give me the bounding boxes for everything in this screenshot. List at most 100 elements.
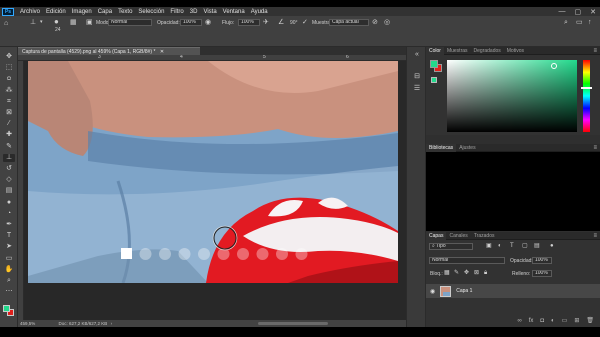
filter-pixel-icon[interactable]: ▣	[486, 243, 492, 250]
gradient-tool-icon[interactable]: ▤	[3, 187, 15, 195]
info-arrow-icon[interactable]: ›	[111, 321, 113, 326]
clone-stamp-preset-icon[interactable]: ⊥	[30, 19, 36, 26]
chevron-down-icon[interactable]: ▾	[40, 19, 43, 26]
document-image[interactable]	[28, 61, 398, 283]
menu-imagen[interactable]: Imagen	[69, 9, 95, 15]
eyedropper-tool-icon[interactable]: ⁄	[3, 120, 15, 128]
fx-icon[interactable]: fx	[529, 317, 534, 325]
panel-menu-icon[interactable]: ≡	[593, 233, 597, 239]
flow-field[interactable]: 100%	[238, 19, 260, 26]
link-icon[interactable]: ∞	[517, 317, 521, 325]
layer-name[interactable]: Capa 1	[456, 288, 472, 294]
blur-tool-icon[interactable]: ●	[3, 199, 15, 207]
aligned-icon[interactable]: ✓	[302, 19, 308, 26]
tab-capas[interactable]: Capas	[426, 231, 447, 240]
zoom-tool-icon[interactable]: ⌕	[3, 277, 15, 285]
tab-degradados[interactable]: Degradados	[471, 47, 504, 55]
brush-preset-icon[interactable]: ●	[54, 18, 59, 26]
eraser-tool-icon[interactable]: ◇	[3, 176, 15, 184]
home-icon[interactable]: ⌂	[4, 20, 8, 27]
menu-3d[interactable]: 3D	[187, 9, 201, 15]
properties-panel-icon[interactable]: ☰	[412, 85, 422, 93]
panel-menu-icon[interactable]: ≡	[593, 48, 597, 54]
brush-tool-icon[interactable]: ✎	[3, 143, 15, 151]
brush-settings-icon[interactable]: ▦	[70, 19, 77, 26]
layer-row[interactable]: ◉ Capa 1	[426, 284, 600, 298]
more-tools-icon[interactable]: ⋯	[3, 288, 15, 296]
menu-texto[interactable]: Texto	[115, 9, 135, 15]
filter-shape-icon[interactable]: ▢	[522, 243, 528, 250]
pen-tool-icon[interactable]: ✒	[3, 221, 15, 229]
tab-trazados[interactable]: Trazados	[471, 232, 498, 240]
menu-capa[interactable]: Capa	[95, 9, 115, 15]
history-brush-tool-icon[interactable]: ↺	[3, 165, 15, 173]
hue-slider-handle[interactable]	[581, 87, 592, 89]
tab-color[interactable]: Color	[426, 46, 444, 55]
zoom-level[interactable]: 459,5%	[20, 321, 35, 326]
lock-all-icon[interactable]: 🔒︎	[484, 270, 487, 277]
filter-smart-object-icon[interactable]: ▤	[534, 243, 540, 250]
hand-tool-icon[interactable]: ✋	[3, 266, 15, 274]
pressure-size-icon[interactable]: ◎	[384, 19, 390, 26]
path-select-tool-icon[interactable]: ➤	[3, 243, 15, 251]
tab-muestras[interactable]: Muestras	[444, 47, 471, 55]
menu-filtro[interactable]: Filtro	[167, 9, 186, 15]
horizontal-scrollbar[interactable]	[258, 322, 328, 325]
document-tab[interactable]: Captura de pantalla (4529).png al 459% (…	[18, 47, 200, 55]
ignore-adjustment-icon[interactable]: ⊘	[372, 19, 378, 26]
filter-adjustment-icon[interactable]: ◐	[498, 243, 502, 250]
lock-pixels-icon[interactable]: ✎	[454, 270, 459, 277]
tab-motivos[interactable]: Motivos	[504, 47, 527, 55]
trash-icon[interactable]: 🗑︎	[586, 317, 594, 325]
marquee-tool-icon[interactable]: ⬚	[3, 64, 15, 72]
sample-select[interactable]: Capa actual	[329, 19, 369, 26]
workspace-icon[interactable]: ▭	[576, 19, 583, 26]
crop-tool-icon[interactable]: ⌗	[3, 98, 15, 106]
menu-vista[interactable]: Vista	[200, 9, 219, 15]
lasso-tool-icon[interactable]: ᴑ	[3, 75, 15, 83]
close-window-button[interactable]: ✕	[590, 8, 596, 16]
foreground-color-swatch[interactable]	[3, 305, 10, 312]
menu-ventana[interactable]: Ventana	[220, 9, 248, 15]
frame-tool-icon[interactable]: ⊠	[3, 109, 15, 117]
layer-filter-select[interactable]: ⌕ Tipo	[429, 243, 473, 250]
canvas-area[interactable]	[24, 61, 406, 320]
mode-select[interactable]: Normal	[108, 19, 152, 26]
foreground-swatch[interactable]	[430, 60, 438, 68]
type-tool-icon[interactable]: T	[3, 232, 15, 240]
tab-bibliotecas[interactable]: Bibliotecas	[426, 143, 457, 152]
clone-source-icon[interactable]: ▣	[86, 19, 93, 26]
filter-type-icon[interactable]: T	[510, 243, 514, 250]
lock-transparency-icon[interactable]: ▦	[444, 270, 450, 277]
document-info[interactable]: Doc: 627,2 KB/627,2 KB	[59, 321, 108, 326]
move-tool-icon[interactable]: ✥	[3, 53, 15, 61]
minimize-button[interactable]: —	[559, 8, 566, 15]
share-icon[interactable]: ↑	[588, 19, 592, 26]
menu-seleccion[interactable]: Selección	[135, 9, 167, 15]
lock-artboard-icon[interactable]: ⊠	[474, 270, 479, 277]
blend-mode-select[interactable]: Normal	[429, 257, 505, 264]
mask-icon[interactable]: ◘	[540, 317, 544, 325]
pressure-opacity-icon[interactable]: ◉	[205, 19, 211, 26]
angle-value[interactable]: 90°	[290, 20, 298, 26]
tab-ajustes[interactable]: Ajustes	[456, 144, 478, 152]
quick-select-tool-icon[interactable]: ⁂	[3, 87, 15, 95]
layer-opacity-field[interactable]: 100%	[532, 257, 552, 264]
collapse-panels-icon[interactable]: «	[412, 51, 422, 59]
hue-slider[interactable]	[581, 60, 592, 132]
healing-brush-tool-icon[interactable]: ✚	[3, 131, 15, 139]
clone-stamp-tool-icon[interactable]: ⊥	[3, 153, 15, 162]
menu-ayuda[interactable]: Ayuda	[248, 9, 271, 15]
menu-edicion[interactable]: Edición	[43, 9, 69, 15]
new-layer-icon[interactable]: ⊞	[574, 317, 579, 325]
tab-canales[interactable]: Canales	[446, 232, 470, 240]
history-panel-icon[interactable]: ⊟	[412, 73, 422, 81]
search-icon[interactable]: ⌕	[564, 19, 568, 26]
dodge-tool-icon[interactable]: ◔	[3, 210, 15, 218]
picker-ring[interactable]	[551, 63, 557, 69]
airbrush-icon[interactable]: ✈	[263, 19, 269, 26]
fill-field[interactable]: 100%	[532, 270, 552, 277]
adjustment-icon[interactable]: ◐	[551, 317, 555, 325]
group-icon[interactable]: ▭	[562, 317, 568, 325]
opacity-field[interactable]: 100%	[180, 19, 202, 26]
